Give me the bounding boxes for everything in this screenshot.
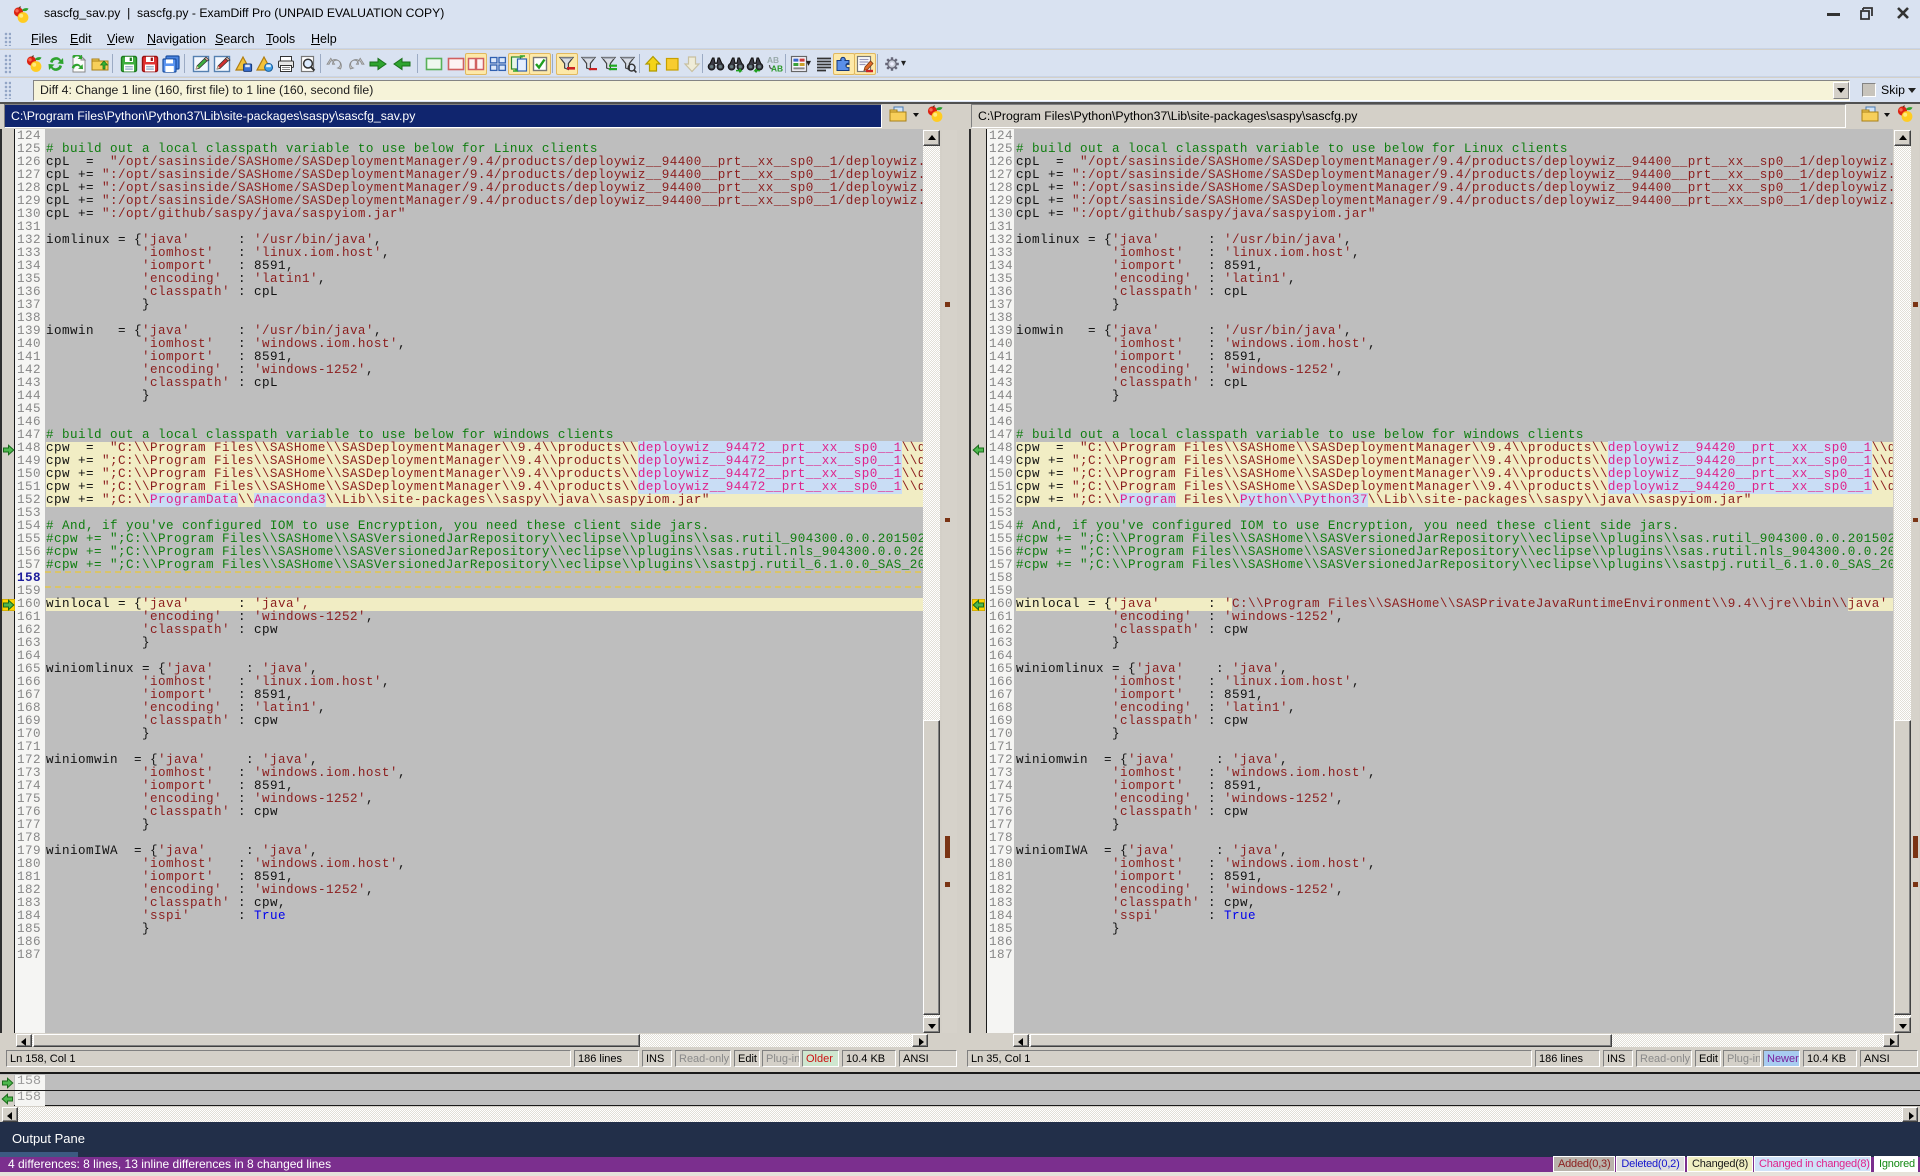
svg-text:AB: AB	[771, 63, 783, 73]
